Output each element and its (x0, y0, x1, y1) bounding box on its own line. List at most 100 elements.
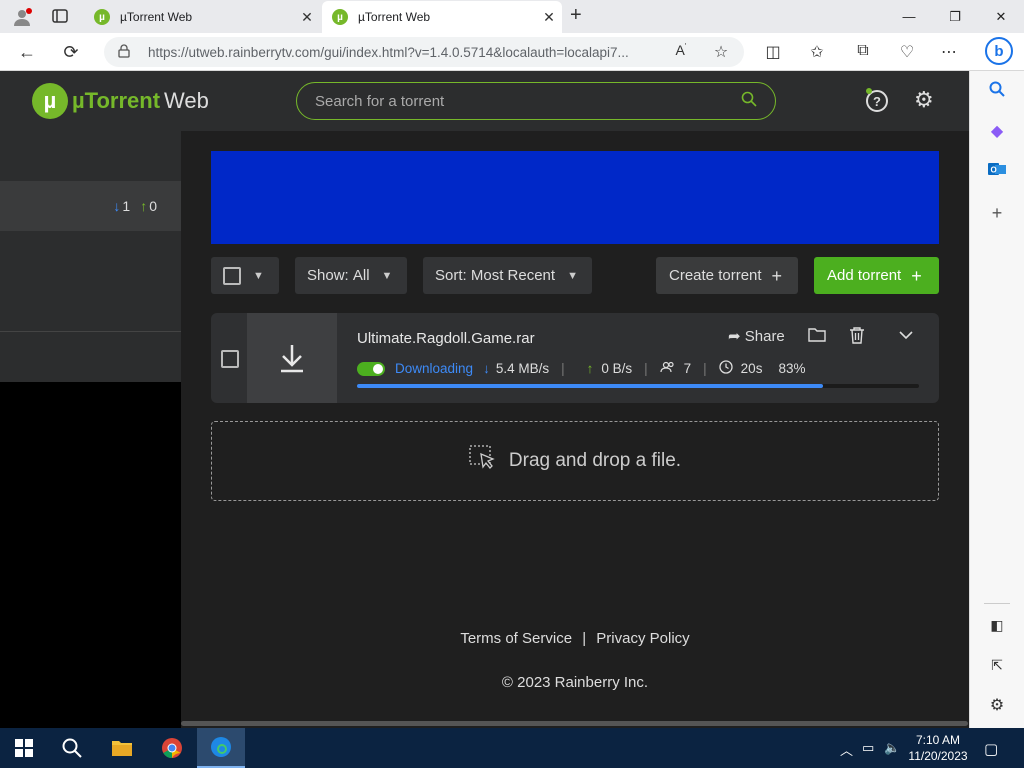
start-windows-icon[interactable] (0, 728, 48, 768)
utorrent-logo-icon: µ (32, 83, 68, 119)
tray-chevron-icon[interactable]: ︿ (840, 740, 853, 759)
profile-icon[interactable] (12, 7, 32, 30)
taskbar-search-icon[interactable] (48, 728, 96, 768)
separator: | (644, 361, 648, 376)
help-icon[interactable]: ? (866, 88, 888, 112)
ad-banner[interactable] (211, 151, 939, 244)
open-folder-icon[interactable] (808, 327, 826, 346)
upload-speed: 0 B/s (601, 361, 633, 376)
sort-dropdown[interactable]: Sort: Most Recent ▼ (423, 257, 592, 294)
plus-icon: + (911, 265, 922, 286)
edge-sidebar: ◆ O + ◧ ⇱ ⚙ (969, 71, 1024, 728)
download-speed-icon: ↓ (483, 361, 490, 376)
tab-title: µTorrent Web (358, 10, 431, 24)
sort-label: Sort: (435, 267, 467, 284)
read-aloud-icon[interactable]: Aʼ (670, 42, 692, 58)
favorites-icon[interactable]: ✩ (806, 42, 828, 62)
torrent-filter-all[interactable]: ↓ 1 ↑ 0 (0, 181, 181, 231)
left-panel: ↓ 1 ↑ 0 (0, 131, 181, 382)
footer-links: Terms of Service | Privacy Policy (181, 630, 969, 647)
close-window-button[interactable]: ✕ (978, 0, 1024, 33)
divider (0, 331, 181, 332)
close-tab-icon[interactable]: ✕ (294, 9, 320, 26)
add-torrent-button[interactable]: Add torrent + (814, 257, 939, 294)
network-icon[interactable]: ▭ (862, 740, 874, 756)
app-header: µ µTorrent Web ? ⚙ (0, 71, 969, 131)
tab-bar: µ µTorrent Web ✕ µ µTorrent Web ✕ + — ❐ … (0, 0, 1024, 33)
download-count: 1 (122, 198, 131, 214)
file-explorer-icon[interactable] (98, 728, 146, 768)
pause-resume-toggle[interactable] (357, 361, 385, 376)
refresh-icon[interactable]: ⟳ (60, 42, 82, 63)
more-menu-icon[interactable]: ⋯ (938, 42, 960, 62)
share-button[interactable]: ➦ Share (728, 327, 785, 345)
restore-button[interactable]: ❐ (932, 0, 978, 33)
share-icon: ➦ (728, 328, 741, 345)
sidebar-search-icon[interactable] (986, 81, 1008, 102)
progress-bar (357, 384, 919, 388)
tab-utorrent-1[interactable]: µ µTorrent Web ✕ (84, 1, 320, 33)
browser-essentials-icon[interactable]: ♡ (896, 42, 918, 62)
horizontal-scrollbar[interactable] (181, 721, 968, 726)
favorite-star-icon[interactable]: ☆ (710, 42, 732, 62)
outlook-icon[interactable]: O (986, 161, 1008, 182)
sidebar-panel-icon[interactable]: ◧ (986, 617, 1008, 634)
select-all-checkbox[interactable] (223, 266, 241, 285)
progress-fill (357, 384, 824, 388)
create-torrent-button[interactable]: Create torrent + (656, 257, 798, 294)
add-sidebar-icon[interactable]: + (986, 203, 1008, 224)
download-arrow-icon: ↓ (113, 198, 121, 214)
sidebar-tools-icon[interactable]: ◆ (986, 121, 1008, 141)
torrent-card[interactable]: Ultimate.Ragdoll.Game.rar ➦ Share Downlo… (211, 313, 939, 403)
bing-copilot-icon[interactable]: b (985, 37, 1013, 65)
minimize-button[interactable]: — (886, 0, 932, 33)
drag-drop-zone[interactable]: Drag and drop a file. (211, 421, 939, 501)
split-screen-icon[interactable]: ◫ (762, 42, 784, 62)
tab-actions-icon[interactable] (52, 8, 68, 27)
collections-icon[interactable]: ⧉ (852, 42, 874, 60)
search-input[interactable] (315, 92, 741, 110)
torrent-checkbox[interactable] (221, 350, 239, 368)
utorrent-logo[interactable]: µ µTorrent Web (32, 83, 209, 119)
url-text: https://utweb.rainberrytv.com/gui/index.… (148, 44, 629, 60)
left-panel-empty (0, 382, 181, 728)
tab-utorrent-2[interactable]: µ µTorrent Web ✕ (322, 1, 562, 33)
clock-date: 11/20/2023 (908, 749, 968, 763)
terms-of-service-link[interactable]: Terms of Service (460, 630, 572, 647)
system-clock[interactable]: 7:10 AM 11/20/2023 (906, 732, 970, 764)
create-torrent-label: Create torrent (669, 267, 762, 284)
delete-trash-icon[interactable] (849, 327, 865, 348)
lock-icon (118, 43, 136, 61)
eta: 20s (740, 361, 763, 376)
torrent-search-box (296, 82, 776, 120)
sidebar-settings-icon[interactable]: ⚙ (986, 695, 1008, 715)
drag-drop-cursor-icon (469, 445, 497, 477)
search-icon[interactable] (741, 91, 757, 111)
notifications-icon[interactable]: ▢ (984, 740, 998, 758)
torrent-name[interactable]: Ultimate.Ragdoll.Game.rar (357, 330, 535, 347)
logo-text-web: Web (164, 88, 209, 113)
utorrent-favicon-icon: µ (332, 9, 348, 25)
select-all-dropdown[interactable]: ▼ (211, 257, 279, 294)
external-link-icon[interactable]: ⇱ (986, 657, 1008, 674)
upload-count: 0 (149, 198, 157, 214)
clock-icon (719, 360, 733, 377)
sidebar-divider (984, 603, 1010, 604)
new-tab-button[interactable]: + (570, 4, 582, 27)
settings-gear-icon[interactable]: ⚙ (914, 87, 934, 113)
expand-chevron-icon[interactable] (899, 327, 913, 344)
torrent-status-row: Downloading ↓ 5.4 MB/s | ↑ 0 B/s | 7 | 2… (357, 360, 805, 377)
back-arrow-icon[interactable]: ← (16, 42, 38, 63)
edge-taskbar-icon[interactable] (197, 728, 245, 768)
chrome-icon[interactable] (148, 728, 196, 768)
close-tab-icon[interactable]: ✕ (536, 9, 562, 26)
url-field[interactable]: https://utweb.rainberrytv.com/gui/index.… (104, 37, 744, 67)
show-filter-dropdown[interactable]: Show: All ▼ (295, 257, 407, 294)
upload-arrow-icon: ↑ (140, 198, 148, 214)
drag-drop-text: Drag and drop a file. (508, 450, 682, 471)
footer-separator: | (582, 630, 587, 647)
volume-muted-icon[interactable]: 🔈 (884, 740, 900, 756)
help-icon-glyph: ? (873, 93, 881, 109)
privacy-policy-link[interactable]: Privacy Policy (596, 630, 689, 647)
copyright: © 2023 Rainberry Inc. (501, 674, 649, 691)
